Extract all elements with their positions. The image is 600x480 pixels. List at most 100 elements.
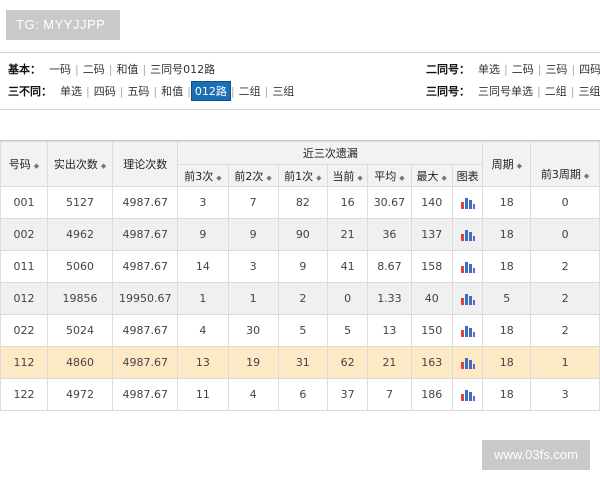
cell-period: 18 bbox=[482, 378, 532, 411]
cell-chart bbox=[451, 314, 484, 347]
bar-chart-icon[interactable] bbox=[460, 389, 475, 401]
cell-theory: 4987.67 bbox=[112, 314, 179, 347]
cell-average: 8.67 bbox=[367, 250, 412, 283]
cell-appear: 4972 bbox=[46, 378, 114, 411]
filter-row-two-same: 二同号： 单选 | 二码 | 三码 | 四码 bbox=[426, 59, 600, 79]
table-row: 022 5024 4987.67 4 30 5 5 13 150 18 2 bbox=[0, 314, 600, 347]
cell-theory: 4987.67 bbox=[112, 186, 179, 219]
filter-row-three-diff: 三不同： 单选 | 四码 | 五码 | 和值 | 012路 | 二组 | 三组 bbox=[8, 81, 298, 101]
stats-table: 号码 ◆ 实出次数 ◆ 理论次数 近三次遗漏 周期 ◆ 前3周期 ◆ 前3次 ◆ 前2次 ◆… bbox=[0, 141, 600, 411]
cell-prev3-period: 0 bbox=[530, 186, 600, 219]
cell-chart bbox=[451, 282, 484, 315]
table-row-highlighted[interactable]: 112 4860 4987.67 13 19 31 62 21 163 18 1 bbox=[0, 346, 600, 379]
cell-appear: 5127 bbox=[46, 186, 114, 219]
cell-current: 41 bbox=[326, 250, 369, 283]
cell-period: 18 bbox=[482, 346, 532, 379]
cell-prev2: 19 bbox=[227, 346, 279, 379]
header-appear-count[interactable]: 实出次数 ◆ bbox=[46, 141, 114, 187]
filter-option-two-same-two-code[interactable]: 二码 bbox=[508, 61, 538, 77]
filter-option-three-same-single[interactable]: 三同号单选 bbox=[474, 83, 537, 99]
cell-number: 011 bbox=[0, 250, 48, 283]
filter-option-five-code[interactable]: 五码 bbox=[123, 83, 153, 99]
filter-option-two-code[interactable]: 二码 bbox=[79, 61, 109, 77]
cell-number: 022 bbox=[0, 314, 48, 347]
cell-appear: 5024 bbox=[46, 314, 114, 347]
cell-appear: 4860 bbox=[46, 346, 114, 379]
cell-period: 5 bbox=[482, 282, 532, 315]
filter-panel: 基本： 一码 | 二码 | 和值 | 三同号012路 三不同： 单选 | 四码 | 五码 |… bbox=[0, 52, 600, 110]
filter-option-one-code[interactable]: 一码 bbox=[45, 61, 75, 77]
cell-prev3-period: 0 bbox=[530, 218, 600, 251]
bar-chart-icon[interactable] bbox=[460, 293, 475, 305]
filter-option-two-same-single[interactable]: 单选 bbox=[474, 61, 504, 77]
filter-option-two-group[interactable]: 二组 bbox=[235, 83, 265, 99]
header-prev3-period[interactable]: 前3周期 ◆ bbox=[530, 141, 600, 187]
cell-period: 18 bbox=[482, 314, 532, 347]
bar-chart-icon[interactable] bbox=[460, 325, 475, 337]
subheader-current[interactable]: 当前 ◆ bbox=[326, 164, 369, 187]
cell-prev3: 4 bbox=[177, 314, 229, 347]
cell-average: 7 bbox=[367, 378, 412, 411]
cell-max: 186 bbox=[410, 378, 453, 411]
filter-option-single[interactable]: 单选 bbox=[56, 83, 86, 99]
filter-option-sum[interactable]: 和值 bbox=[112, 61, 142, 77]
subheader-average[interactable]: 平均 ◆ bbox=[367, 164, 412, 187]
header-period[interactable]: 周期 ◆ bbox=[482, 141, 532, 187]
cell-prev1: 2 bbox=[277, 282, 328, 315]
cell-chart bbox=[451, 378, 484, 411]
sort-icon: ◆ bbox=[216, 173, 222, 182]
cell-theory: 19950.67 bbox=[112, 282, 179, 315]
cell-prev3: 3 bbox=[177, 186, 229, 219]
filter-option-sum-value[interactable]: 和值 bbox=[157, 83, 187, 99]
cell-prev3: 11 bbox=[177, 378, 229, 411]
cell-prev1: 82 bbox=[277, 186, 328, 219]
cell-chart bbox=[451, 186, 484, 219]
bar-chart-icon[interactable] bbox=[460, 357, 475, 369]
filter-option-three-group[interactable]: 三组 bbox=[268, 83, 298, 99]
cell-current: 0 bbox=[326, 282, 369, 315]
header-theory-count[interactable]: 理论次数 bbox=[112, 141, 179, 187]
filter-row-three-same: 三同号： 三同号单选 | 二组 | 三组 bbox=[426, 81, 600, 101]
stats-table-container: 号码 ◆ 实出次数 ◆ 理论次数 近三次遗漏 周期 ◆ 前3周期 ◆ 前3次 ◆ 前2次 ◆… bbox=[0, 140, 600, 413]
bar-chart-icon[interactable] bbox=[460, 229, 475, 241]
cell-theory: 4987.67 bbox=[112, 250, 179, 283]
cell-current: 5 bbox=[326, 314, 369, 347]
cell-current: 21 bbox=[326, 218, 369, 251]
filter-option-three-same-three-group[interactable]: 三组 bbox=[574, 83, 600, 99]
filter-option-two-same-four-code[interactable]: 四码 bbox=[575, 61, 600, 77]
cell-number: 012 bbox=[0, 282, 48, 315]
table-body: 001 5127 4987.67 3 7 82 16 30.67 140 18 … bbox=[0, 186, 600, 411]
sort-icon: ◆ bbox=[516, 162, 522, 170]
filter-option-three-same-two-group[interactable]: 二组 bbox=[541, 83, 571, 99]
bar-chart-icon[interactable] bbox=[460, 197, 475, 209]
cell-max: 158 bbox=[410, 250, 453, 283]
cell-max: 137 bbox=[410, 218, 453, 251]
cell-theory: 4987.67 bbox=[112, 378, 179, 411]
cell-average: 1.33 bbox=[367, 282, 412, 315]
filter-option-012-route[interactable]: 012路 bbox=[190, 81, 231, 101]
filter-option-four-code[interactable]: 四码 bbox=[90, 83, 120, 99]
cell-prev3-period: 1 bbox=[530, 346, 600, 379]
bar-chart-icon[interactable] bbox=[460, 261, 475, 273]
subheader-max[interactable]: 最大 ◆ bbox=[410, 164, 453, 187]
cell-max: 150 bbox=[410, 314, 453, 347]
cell-appear: 19856 bbox=[46, 282, 114, 315]
cell-prev2: 9 bbox=[227, 218, 279, 251]
table-row: 012 19856 19950.67 1 1 2 0 1.33 40 5 2 bbox=[0, 282, 600, 315]
sort-icon: ◆ bbox=[316, 173, 322, 182]
subheader-chart: 图表 bbox=[451, 164, 484, 187]
subheader-prev2[interactable]: 前2次 ◆ bbox=[227, 164, 279, 187]
header-number[interactable]: 号码 ◆ bbox=[0, 141, 48, 187]
cell-chart bbox=[451, 250, 484, 283]
cell-prev1: 31 bbox=[277, 346, 328, 379]
subheader-prev3[interactable]: 前3次 ◆ bbox=[177, 164, 229, 187]
subheader-prev1[interactable]: 前1次 ◆ bbox=[277, 164, 328, 187]
filter-row-basic: 基本： 一码 | 二码 | 和值 | 三同号012路 bbox=[8, 59, 219, 79]
filter-option-two-same-three-code[interactable]: 三码 bbox=[541, 61, 571, 77]
filter-option-triple-012[interactable]: 三同号012路 bbox=[146, 61, 219, 77]
table-row: 001 5127 4987.67 3 7 82 16 30.67 140 18 … bbox=[0, 186, 600, 219]
cell-prev2: 7 bbox=[227, 186, 279, 219]
filter-label-three-same: 三同号： bbox=[426, 85, 470, 98]
sort-icon: ◆ bbox=[266, 173, 272, 182]
sort-icon: ◆ bbox=[441, 173, 447, 182]
